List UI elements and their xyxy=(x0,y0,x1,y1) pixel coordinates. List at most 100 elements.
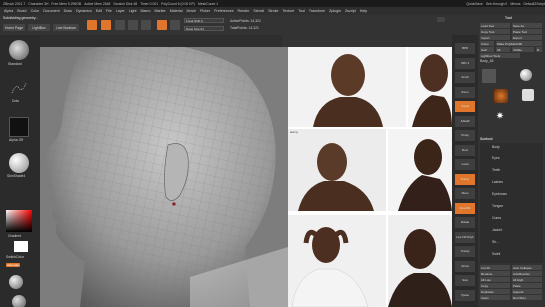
draw-size-slider[interactable]: Draw Size 64 xyxy=(184,26,224,31)
menu-item-preferences[interactable]: Preferences xyxy=(214,9,233,13)
menu-item-document[interactable]: Document xyxy=(43,9,59,13)
tool-thumb-sphere[interactable] xyxy=(520,69,532,81)
export-button[interactable]: Export xyxy=(512,35,542,40)
shelf-button-zoom[interactable]: Zoom xyxy=(455,86,475,98)
menu-item-stencil[interactable]: Stencil xyxy=(253,9,264,13)
subtool-header[interactable]: Subtool xyxy=(480,137,493,141)
menu-item-light[interactable]: Light xyxy=(129,9,137,13)
rotate-button[interactable] xyxy=(141,20,151,30)
color-picker[interactable] xyxy=(6,210,32,232)
focal-shift-slider[interactable]: Focal Shift 0 xyxy=(184,18,224,23)
rename-button[interactable]: Rename xyxy=(480,271,510,276)
subtool-item[interactable]: Teeth xyxy=(492,168,500,172)
shelf-button-local[interactable]: Local xyxy=(455,159,475,170)
shelf-button-ghost[interactable]: Ghost xyxy=(455,260,475,272)
goz-button[interactable]: GoZ xyxy=(480,47,494,52)
load-tool-button[interactable]: Load Tool xyxy=(480,23,510,28)
scale-button[interactable] xyxy=(128,20,138,30)
main-color-swatch[interactable] xyxy=(14,241,28,252)
shelf-button-rotate[interactable]: Rotate xyxy=(455,217,475,228)
menu-item-material[interactable]: Material xyxy=(170,9,183,13)
tool-thumb-star-icon[interactable]: ✷ xyxy=(494,111,506,123)
subtool-item[interactable]: Lashes xyxy=(492,180,503,184)
paste-button[interactable]: Paste xyxy=(512,283,542,288)
clone-button[interactable]: Clone xyxy=(480,41,494,46)
duplicate-button[interactable]: Duplicate xyxy=(480,289,510,294)
subtool-item[interactable]: Tongue xyxy=(492,204,503,208)
menu-item-file[interactable]: File xyxy=(106,9,112,13)
subtool-item[interactable]: Eyes xyxy=(492,156,500,160)
menu-item-zscript[interactable]: Zscript xyxy=(345,9,356,13)
subtool-item[interactable]: Sh... xyxy=(492,240,499,244)
r-button[interactable]: R xyxy=(536,47,542,52)
menu-item-transform[interactable]: Transform xyxy=(309,9,325,13)
subtool-item[interactable]: Gums xyxy=(492,216,501,220)
list-all-button[interactable]: List All xyxy=(480,265,510,270)
brush-icon[interactable] xyxy=(9,40,29,60)
menu-item-layer[interactable]: Layer xyxy=(116,9,125,13)
alternate-button[interactable]: Alternate xyxy=(6,263,20,267)
alpha-icon[interactable] xyxy=(9,117,29,137)
shelf-button-solo[interactable]: Solo xyxy=(455,275,475,286)
shelf-button-line-fill-polyf[interactable]: Line Fill PolyF xyxy=(455,231,475,243)
copy-button[interactable]: Copy xyxy=(480,283,510,288)
menu-item-edit[interactable]: Edit xyxy=(96,9,102,13)
titlebar-right-item[interactable]: Menus xyxy=(510,2,520,6)
menu-item-render[interactable]: Render xyxy=(238,9,250,13)
titlebar-right-item[interactable]: QuickSave xyxy=(466,2,482,6)
subtool-item[interactable]: Body xyxy=(492,145,500,149)
all-low-button[interactable]: All Low xyxy=(480,277,510,282)
shelf-button-frame[interactable]: Frame xyxy=(455,173,475,185)
visible-button[interactable]: Visible xyxy=(512,47,534,52)
all-button[interactable]: All xyxy=(496,47,510,52)
subtool-item[interactable]: Eyebrows xyxy=(492,192,507,196)
sculpt-viewport[interactable] xyxy=(40,47,288,307)
menu-item-texture[interactable]: Texture xyxy=(283,9,295,13)
shelf-button-scroll[interactable]: Scroll xyxy=(455,72,475,83)
all-high-button[interactable]: All High xyxy=(512,277,542,282)
del-other-button[interactable]: Del Other xyxy=(512,295,542,300)
menu-item-marker[interactable]: Marker xyxy=(155,9,166,13)
subtool-item[interactable]: Jacket xyxy=(492,228,502,232)
subtool-item[interactable]: Soleil xyxy=(492,252,500,256)
shelf-button-actual[interactable]: Actual xyxy=(455,101,475,112)
menu-item-macro[interactable]: Macro xyxy=(141,9,151,13)
zsub-button[interactable] xyxy=(170,20,180,30)
tool-thumb-body[interactable] xyxy=(482,69,496,83)
titlebar-right-item[interactable]: DefaultZScript xyxy=(524,2,545,6)
tool-thumb-alpha[interactable] xyxy=(494,89,508,103)
shelf-button-floor[interactable]: Floor xyxy=(455,144,475,156)
stroke-icon[interactable] xyxy=(10,79,28,97)
tool-thumb-simple[interactable] xyxy=(522,89,534,101)
shelf-button-bpr[interactable]: BPR xyxy=(455,43,475,54)
menus-button[interactable] xyxy=(437,17,445,22)
auto-reorder-button[interactable]: AutoReorder xyxy=(512,271,542,276)
make-polymesh-button[interactable]: Make PolyMesh3D xyxy=(496,41,542,46)
move-button[interactable] xyxy=(115,20,125,30)
material-icon[interactable] xyxy=(9,153,29,173)
shelf-button-transp[interactable]: Transp xyxy=(455,246,475,257)
shelf-button-spix-3[interactable]: SPix 3 xyxy=(455,57,475,69)
copy-tool-button[interactable]: Copy Tool xyxy=(480,29,510,34)
auto-collapse-button[interactable]: Auto Collapse xyxy=(512,265,542,270)
insert-button[interactable]: Insert xyxy=(480,295,510,300)
menu-item-brush[interactable]: Brush xyxy=(17,9,26,13)
append-button[interactable]: Append xyxy=(512,289,542,294)
lightbox-tools-button[interactable]: Lightbox Tools xyxy=(480,53,520,58)
menu-item-color[interactable]: Color xyxy=(31,9,40,13)
menu-item-stroke[interactable]: Stroke xyxy=(268,9,278,13)
lightbox-button[interactable]: LightBox xyxy=(28,24,50,31)
menu-item-draw[interactable]: Draw xyxy=(64,9,72,13)
shelf-button-aahalf[interactable]: AAHalf xyxy=(455,115,475,127)
shelf-button-zoom3d[interactable]: Zoom3D xyxy=(455,202,475,214)
draw-button[interactable] xyxy=(101,20,111,30)
menu-item-dynamics[interactable]: Dynamics xyxy=(76,9,92,13)
paste-tool-button[interactable]: Paste Tool xyxy=(512,29,542,34)
import-button[interactable]: Import xyxy=(480,35,510,40)
menu-item-alpha[interactable]: Alpha xyxy=(4,9,13,13)
menu-item-tool[interactable]: Tool xyxy=(298,9,305,13)
edit-button[interactable] xyxy=(87,20,97,30)
zadd-button[interactable] xyxy=(157,20,167,30)
menu-item-help[interactable]: Help xyxy=(360,9,367,13)
sphere-icon[interactable] xyxy=(9,275,23,289)
